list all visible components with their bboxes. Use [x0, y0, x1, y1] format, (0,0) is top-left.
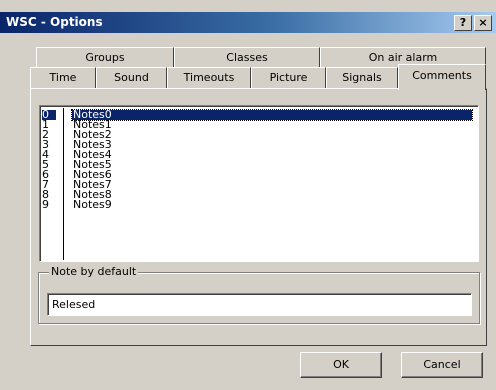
- tab-timeouts[interactable]: Timeouts: [167, 67, 251, 89]
- close-button[interactable]: ×: [474, 15, 492, 31]
- note-text-column: Notes0 Notes1 Notes2 Notes3 Notes4 Notes5 Note…: [71, 109, 473, 210]
- note-list-item[interactable]: Notes4: [72, 149, 472, 160]
- tab-label: On air alarm: [368, 51, 438, 64]
- tab-label: Comments: [412, 69, 472, 82]
- note-list-item[interactable]: Notes8: [72, 189, 472, 200]
- tab-comments[interactable]: Comments: [398, 64, 486, 90]
- title-bar[interactable]: WSC - Options ? ×: [0, 12, 496, 33]
- default-note-input[interactable]: Relesed: [47, 293, 472, 316]
- tab-groups[interactable]: Groups: [36, 47, 174, 69]
- note-list-item[interactable]: Notes1: [72, 119, 472, 130]
- note-list-item[interactable]: Notes3: [72, 139, 472, 150]
- help-button[interactable]: ?: [454, 15, 472, 31]
- tab-label: Sound: [114, 71, 149, 84]
- tab-label: Time: [49, 71, 77, 84]
- note-list-item[interactable]: Notes0: [71, 109, 473, 121]
- tab-label: Timeouts: [183, 71, 235, 84]
- note-list-item[interactable]: Notes6: [72, 169, 472, 180]
- tab-label: Picture: [269, 71, 308, 84]
- ok-button[interactable]: OK: [300, 352, 382, 378]
- cancel-button[interactable]: Cancel: [401, 352, 483, 378]
- tab-classes[interactable]: Classes: [174, 47, 320, 69]
- note-list-item[interactable]: Notes7: [72, 179, 472, 190]
- note-list-item[interactable]: Notes9: [72, 199, 472, 210]
- column-divider: [63, 108, 64, 260]
- window-title: WSC - Options: [6, 15, 103, 29]
- tab-signals[interactable]: Signals: [326, 67, 398, 89]
- tab-picture[interactable]: Picture: [251, 67, 326, 89]
- note-number-column: 0123456789: [42, 109, 56, 210]
- tab-label: Classes: [226, 51, 268, 64]
- tab-sound[interactable]: Sound: [96, 67, 167, 89]
- note-list-item[interactable]: Notes2: [72, 129, 472, 140]
- note-by-default-label: Note by default: [49, 265, 139, 279]
- note-list-item[interactable]: Notes5: [72, 159, 472, 170]
- tab-label: Groups: [85, 51, 125, 64]
- note-number[interactable]: 9: [42, 199, 56, 210]
- tab-time[interactable]: Time: [30, 67, 96, 89]
- tab-label: Signals: [342, 71, 382, 84]
